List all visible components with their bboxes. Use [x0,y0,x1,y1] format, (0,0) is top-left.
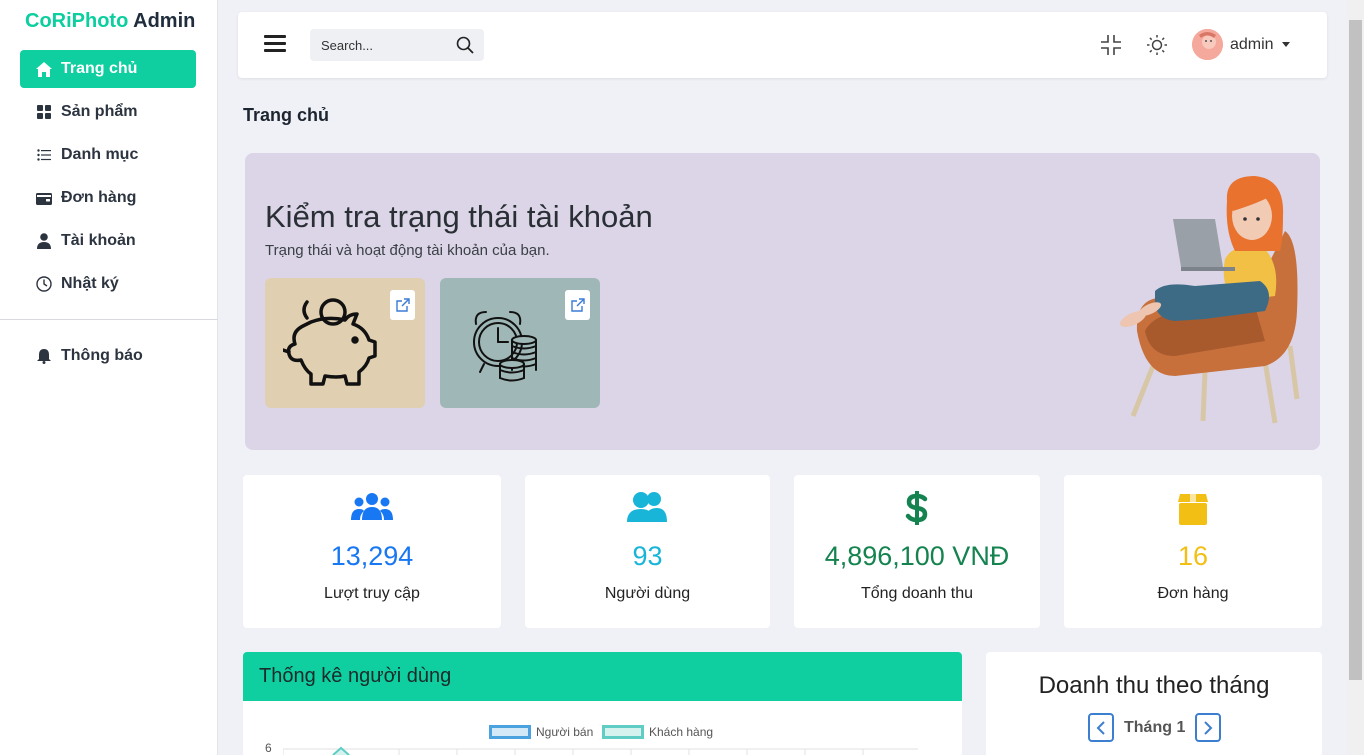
stat-card-visits: 13,294 Lượt truy cập [243,475,501,628]
home-icon [35,60,53,78]
external-link-icon[interactable] [390,290,415,320]
chevron-right-icon [1204,720,1213,735]
brand-name-primary: CoRiPhoto [25,10,129,32]
user-icon [35,232,53,250]
monthly-revenue-title: Doanh thu theo tháng [1038,672,1270,699]
hero-subtitle: Trạng thái và hoạt động tài khoản của bạ… [265,242,550,259]
sidebar-item-label: Đơn hàng [61,189,137,206]
sidebar-item-label: Danh mục [61,146,139,163]
list-icon [35,146,53,164]
brand-name-secondary: Admin [128,10,196,32]
stat-value: 4,896,100 VNĐ [824,541,1010,571]
savings-tile[interactable] [265,278,425,408]
brand-logo[interactable]: CoRiPhoto Admin [25,10,195,33]
grid-icon [35,103,53,121]
person-with-laptop-illustration [1120,176,1300,424]
search-input[interactable] [310,37,440,53]
sidebar-item-label: Trang chủ [61,60,138,77]
sidebar-item-products[interactable]: Sản phẩm [20,93,196,131]
external-link-icon[interactable] [565,290,590,320]
username-label: admin [1230,35,1274,53]
caret-down-icon [1281,42,1290,47]
sidebar-item-categories[interactable]: Danh mục [20,136,196,174]
stat-value: 13,294 [330,541,414,571]
user-chart-plot [283,746,918,755]
exit-fullscreen-icon[interactable] [1100,34,1122,56]
legend-label: Khách hàng [649,725,714,739]
sidebar-item-label: Tài khoản [61,232,136,249]
y-axis-tick: 6 [265,741,272,755]
bell-icon [35,347,53,365]
sidebar-item-label: Thông báo [61,347,143,364]
stat-card-revenue: 4,896,100 VNĐ Tổng doanh thu [794,475,1040,628]
sidebar-item-orders[interactable]: Đơn hàng [20,179,196,217]
page-scrollbar[interactable] [1347,0,1364,755]
legend-label: Người bán [536,725,594,739]
piggy-bank-icon [283,298,377,386]
box-icon [1172,490,1214,526]
search-icon[interactable] [456,36,474,54]
legend-swatch [489,725,531,739]
legend-swatch [602,725,644,739]
menu-toggle-icon[interactable] [264,35,286,53]
stat-label: Đơn hàng [1157,585,1229,602]
top-bar: admin [238,12,1327,78]
clock-icon [35,275,53,293]
users-icon [351,490,393,526]
page-title: Trang chủ [243,105,330,125]
stat-value: 93 [632,541,663,571]
user-menu[interactable]: admin [1192,29,1290,60]
sidebar-secondary-nav: Thông báo [20,337,196,380]
user-group-icon [626,490,669,526]
clock-coins-icon [473,311,537,382]
legend-item-customers[interactable]: Khách hàng [602,725,713,739]
wallet-icon [35,189,53,207]
stat-label: Tổng doanh thu [860,585,974,602]
chevron-left-icon [1096,720,1105,735]
sidebar-item-logs[interactable]: Nhật ký [20,265,196,303]
month-label: Tháng 1 [1124,718,1186,736]
stat-label: Người dùng [604,585,691,602]
sidebar-item-notifications[interactable]: Thông báo [20,337,196,375]
sidebar: CoRiPhoto Admin Trang chủ Sản phẩm Danh … [0,0,218,755]
scrollbar-thumb[interactable] [1349,20,1362,680]
sidebar-nav: Trang chủ Sản phẩm Danh mục Đơn hàng Tài… [20,50,196,308]
search-box [310,29,484,61]
stat-card-users: 93 Người dùng [525,475,770,628]
user-statistics-card: Thống kê người dùng Người bán Khách hàng… [243,652,962,755]
sidebar-item-accounts[interactable]: Tài khoản [20,222,196,260]
stat-card-orders: 16 Đơn hàng [1064,475,1322,628]
month-selector: Tháng 1 [1088,713,1222,742]
avatar [1192,29,1223,60]
user-statistics-title: Thống kê người dùng [243,652,962,701]
theme-toggle-sun-icon[interactable] [1146,34,1168,56]
sidebar-item-label: Sản phẩm [61,103,138,120]
stat-label: Lượt truy cập [324,585,420,602]
previous-month-button[interactable] [1088,713,1114,742]
account-status-card: Kiểm tra trạng thái tài khoản Trạng thái… [245,153,1320,450]
dollar-icon [896,490,938,526]
legend-item-sellers[interactable]: Người bán [489,725,593,739]
sidebar-item-home[interactable]: Trang chủ [20,50,196,88]
stat-value: 16 [1177,541,1209,571]
monthly-revenue-card: Doanh thu theo tháng Tháng 1 [986,652,1322,755]
hero-title: Kiểm tra trạng thái tài khoản [265,199,653,234]
next-month-button[interactable] [1195,713,1222,742]
sidebar-item-label: Nhật ký [61,275,119,292]
sidebar-divider [0,319,218,320]
time-money-tile[interactable] [440,278,600,408]
